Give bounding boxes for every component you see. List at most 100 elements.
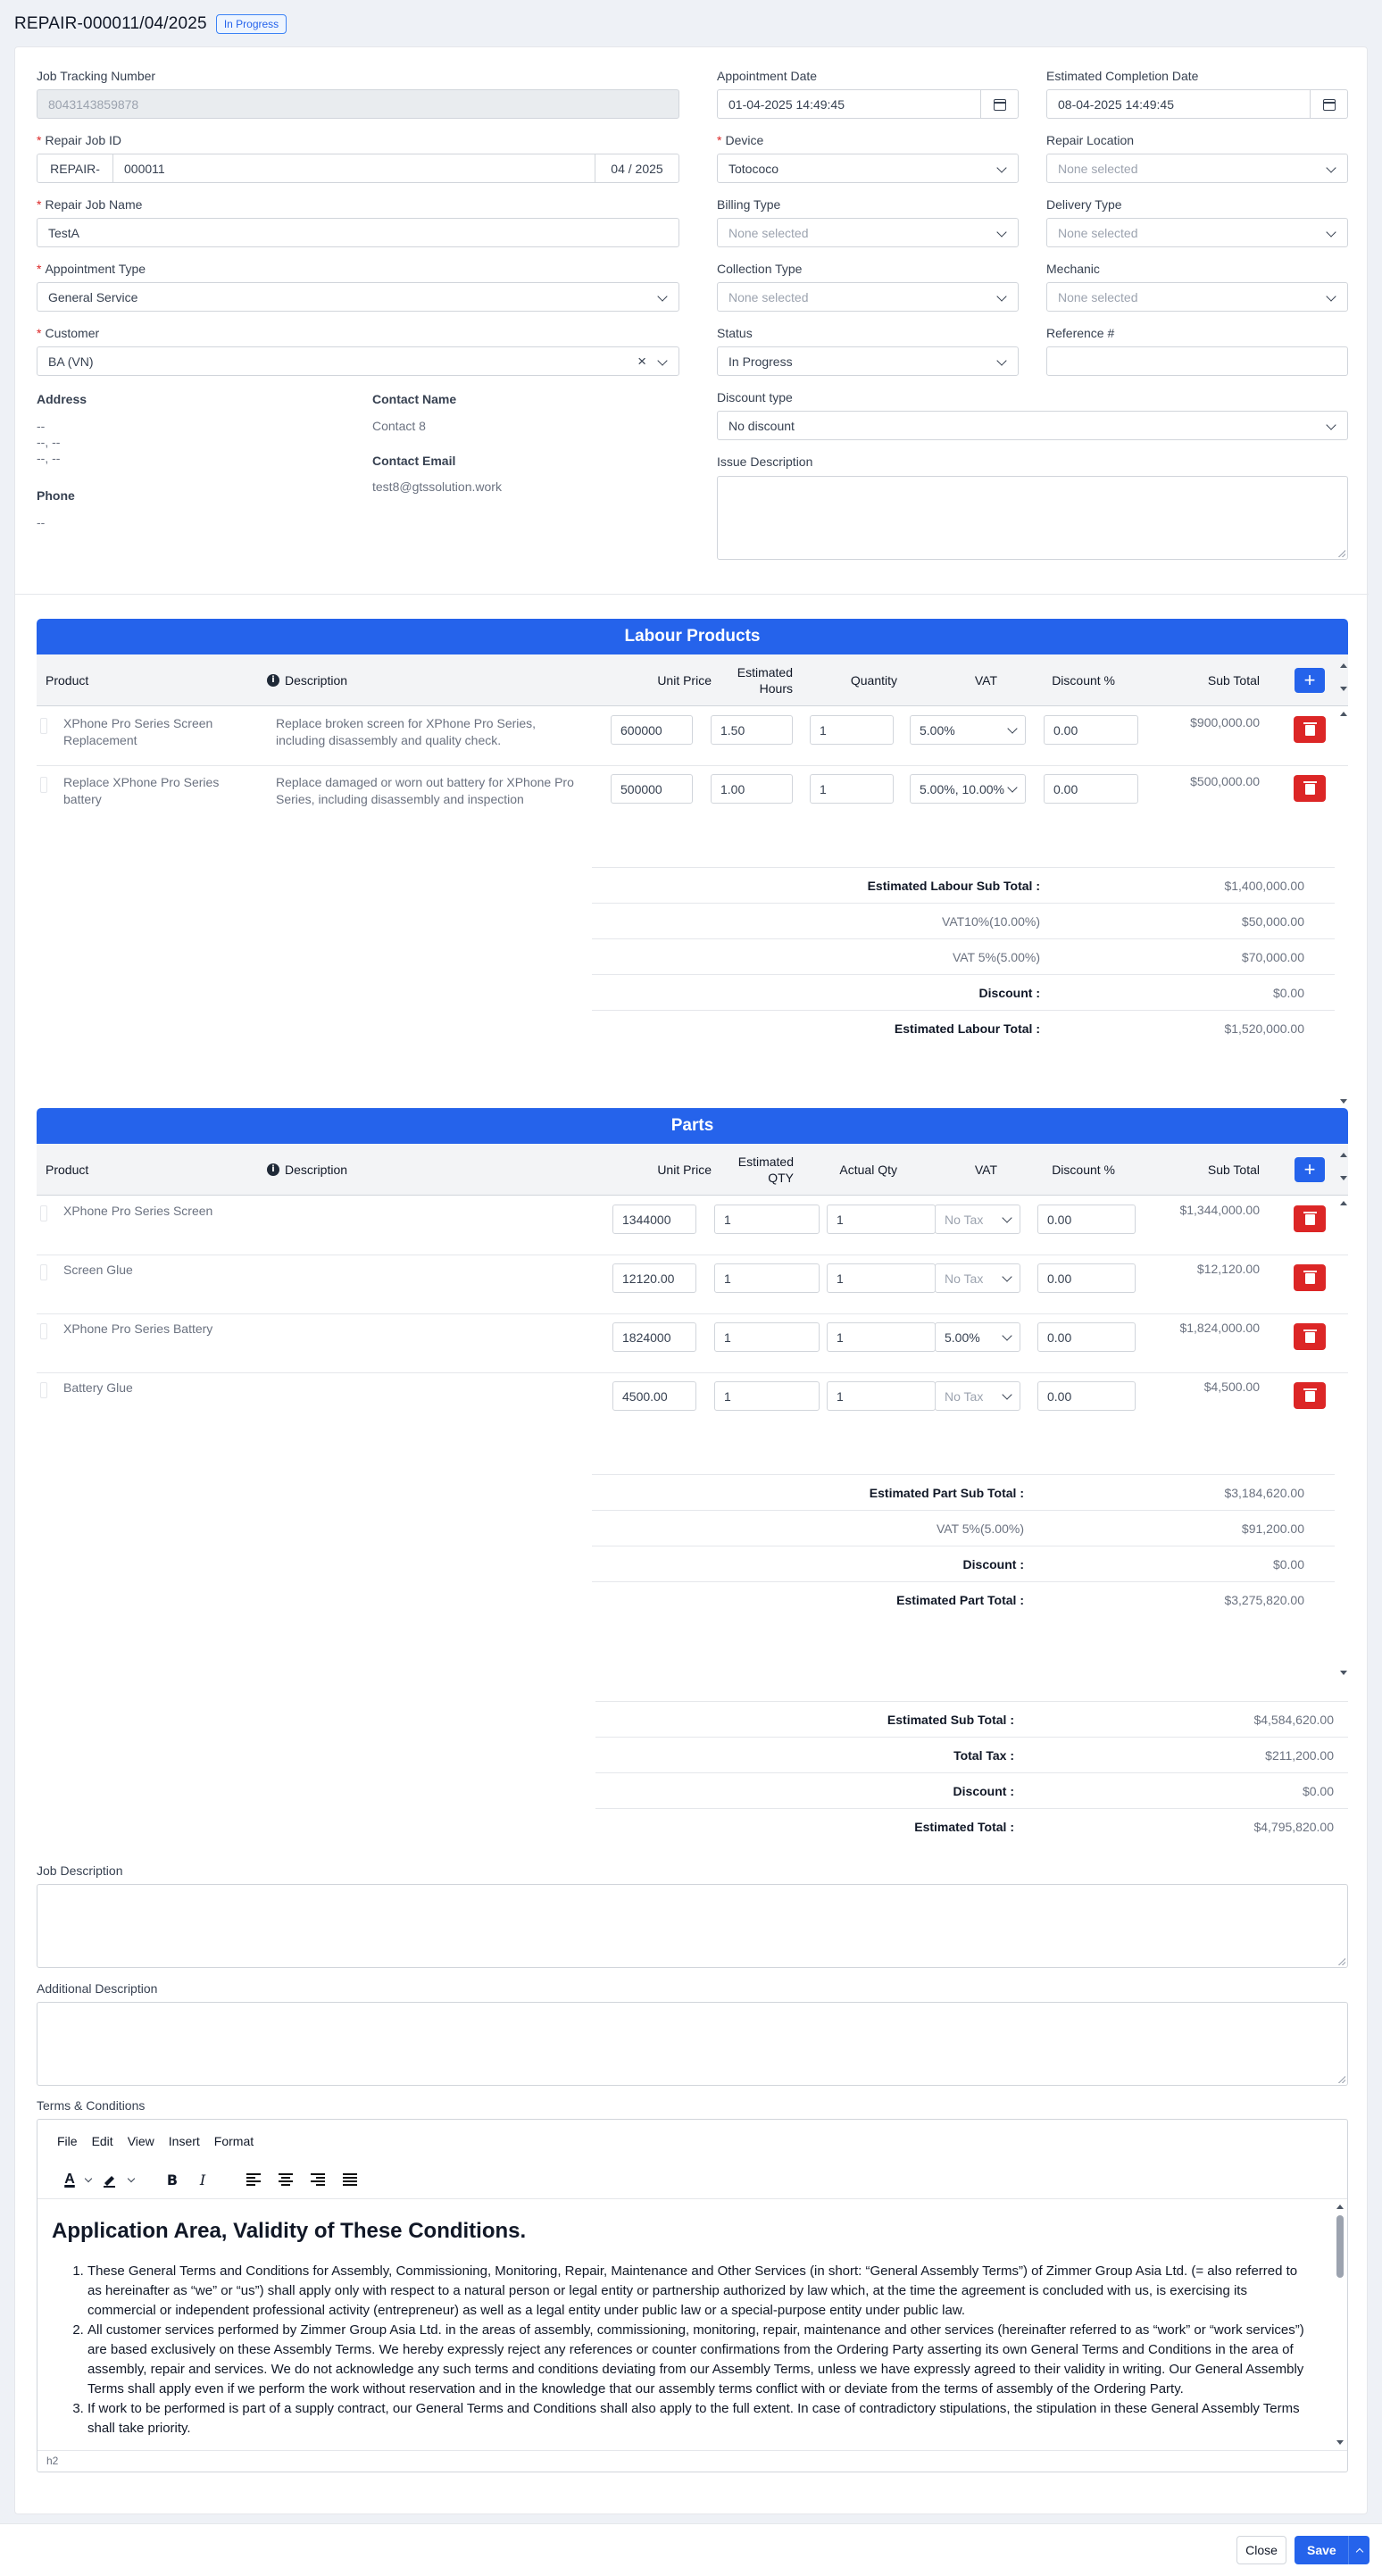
discount-input[interactable]: 0.00 <box>1044 774 1138 804</box>
scroll-down-icon[interactable] <box>1336 2440 1344 2445</box>
scroll-down-icon[interactable] <box>1340 1176 1347 1180</box>
discount-input[interactable]: 0.00 <box>1037 1381 1136 1411</box>
menu-insert[interactable]: Insert <box>169 2134 200 2148</box>
appointment-type-select[interactable]: General Service <box>37 282 679 312</box>
delete-row-button[interactable] <box>1294 716 1326 743</box>
highlight-button[interactable] <box>95 2167 125 2192</box>
italic-button[interactable]: I <box>187 2167 218 2192</box>
parts-scrollbar[interactable] <box>1338 1144 1349 1680</box>
issue-description-textarea[interactable] <box>717 476 1348 560</box>
labour-scrollbar[interactable] <box>1338 654 1349 1110</box>
text-color-dropdown-icon[interactable] <box>82 2167 95 2192</box>
device-select[interactable]: Totococo <box>717 154 1019 183</box>
bold-button[interactable]: B <box>157 2167 187 2192</box>
menu-edit[interactable]: Edit <box>92 2134 113 2148</box>
align-justify-button[interactable] <box>334 2167 366 2192</box>
repair-job-id-number-input[interactable]: 000011 <box>113 162 595 176</box>
clear-icon[interactable]: × <box>637 353 646 371</box>
scroll-thumb[interactable] <box>1336 2215 1344 2278</box>
billing-type-select[interactable]: None selected <box>717 218 1019 247</box>
scroll-down-icon[interactable] <box>1340 1671 1347 1675</box>
job-description-textarea[interactable] <box>37 1884 1348 1968</box>
text-color-button[interactable]: A <box>57 2167 82 2192</box>
scroll-up-icon[interactable] <box>1340 1153 1347 1157</box>
unit-price-input[interactable]: 1344000 <box>612 1205 696 1234</box>
delete-row-button[interactable] <box>1294 1323 1326 1350</box>
menu-format[interactable]: Format <box>214 2134 254 2148</box>
vat-select[interactable]: No Tax <box>935 1263 1020 1293</box>
col-discount: Discount % <box>1052 1163 1115 1177</box>
estimated-hours-input[interactable]: 1.50 <box>711 715 793 745</box>
scroll-up-icon[interactable] <box>1340 1201 1347 1205</box>
drag-handle-icon[interactable] <box>40 1264 47 1280</box>
drag-handle-icon[interactable] <box>40 1323 47 1339</box>
quantity-input[interactable]: 1 <box>810 715 894 745</box>
delete-row-button[interactable] <box>1294 1264 1326 1291</box>
highlight-dropdown-icon[interactable] <box>125 2167 137 2192</box>
vat-select[interactable]: No Tax <box>935 1381 1020 1411</box>
calendar-button[interactable] <box>1310 90 1347 118</box>
vat-select[interactable]: 5.00% <box>935 1322 1020 1352</box>
drag-handle-icon[interactable] <box>40 1205 47 1221</box>
editor-content[interactable]: Application Area, Validity of These Cond… <box>37 2198 1347 2450</box>
calendar-button[interactable] <box>980 90 1018 118</box>
actual-qty-input[interactable]: 1 <box>827 1381 936 1411</box>
delivery-type-select[interactable]: None selected <box>1046 218 1348 247</box>
mechanic-select[interactable]: None selected <box>1046 282 1348 312</box>
vat-select[interactable]: 5.00% <box>910 715 1026 745</box>
customer-select[interactable]: BA (VN) × <box>37 346 679 376</box>
delete-row-button[interactable] <box>1294 775 1326 802</box>
drag-handle-icon[interactable] <box>40 777 47 793</box>
add-labour-button[interactable]: + <box>1295 668 1325 693</box>
repair-job-name-input[interactable]: TestA <box>37 218 679 247</box>
quantity-input[interactable]: 1 <box>810 774 894 804</box>
discount-input[interactable]: 0.00 <box>1037 1322 1136 1352</box>
repair-location-select[interactable]: None selected <box>1046 154 1348 183</box>
status-select[interactable]: In Progress <box>717 346 1019 376</box>
align-center-button[interactable] <box>270 2167 302 2192</box>
estimated-qty-input[interactable]: 1 <box>714 1263 820 1293</box>
menu-file[interactable]: File <box>57 2134 78 2148</box>
editor-scrollbar[interactable] <box>1335 2199 1345 2450</box>
scroll-down-icon[interactable] <box>1340 687 1347 691</box>
unit-price-input[interactable]: 4500.00 <box>612 1381 696 1411</box>
save-button[interactable]: Save <box>1295 2536 1370 2564</box>
actual-qty-input[interactable]: 1 <box>827 1263 936 1293</box>
align-right-button[interactable] <box>302 2167 334 2192</box>
unit-price-input[interactable]: 600000 <box>611 715 693 745</box>
vat-select[interactable]: 5.00%, 10.00% <box>910 774 1026 804</box>
scroll-up-icon[interactable] <box>1340 663 1347 668</box>
scroll-up-icon[interactable] <box>1340 712 1347 716</box>
estimated-qty-input[interactable]: 1 <box>714 1381 820 1411</box>
estimated-qty-input[interactable]: 1 <box>714 1322 820 1352</box>
estimated-hours-input[interactable]: 1.00 <box>711 774 793 804</box>
estimated-completion-date-input[interactable]: 08-04-2025 14:49:45 <box>1046 89 1348 119</box>
scroll-down-icon[interactable] <box>1340 1099 1347 1104</box>
discount-input[interactable]: 0.00 <box>1044 715 1138 745</box>
close-button[interactable]: Close <box>1236 2536 1286 2564</box>
delete-row-button[interactable] <box>1294 1382 1326 1409</box>
unit-price-input[interactable]: 500000 <box>611 774 693 804</box>
collection-type-select[interactable]: None selected <box>717 282 1019 312</box>
add-part-button[interactable]: + <box>1295 1157 1325 1182</box>
unit-price-input[interactable]: 1824000 <box>612 1322 696 1352</box>
appointment-date-input[interactable]: 01-04-2025 14:49:45 <box>717 89 1019 119</box>
chevron-down-icon <box>1326 291 1336 302</box>
actual-qty-input[interactable]: 1 <box>827 1205 936 1234</box>
delete-row-button[interactable] <box>1294 1205 1326 1232</box>
discount-type-select[interactable]: No discount <box>717 411 1348 440</box>
save-options-toggle[interactable] <box>1348 2536 1370 2564</box>
estimated-qty-input[interactable]: 1 <box>714 1205 820 1234</box>
align-left-button[interactable] <box>237 2167 270 2192</box>
actual-qty-input[interactable]: 1 <box>827 1322 936 1352</box>
unit-price-input[interactable]: 12120.00 <box>612 1263 696 1293</box>
reference-input[interactable] <box>1046 346 1348 376</box>
discount-input[interactable]: 0.00 <box>1037 1205 1136 1234</box>
discount-input[interactable]: 0.00 <box>1037 1263 1136 1293</box>
scroll-up-icon[interactable] <box>1336 2205 1344 2209</box>
vat-select[interactable]: No Tax <box>935 1205 1020 1234</box>
menu-view[interactable]: View <box>128 2134 154 2148</box>
drag-handle-icon[interactable] <box>40 1382 47 1398</box>
drag-handle-icon[interactable] <box>40 718 47 734</box>
additional-description-textarea[interactable] <box>37 2002 1348 2086</box>
